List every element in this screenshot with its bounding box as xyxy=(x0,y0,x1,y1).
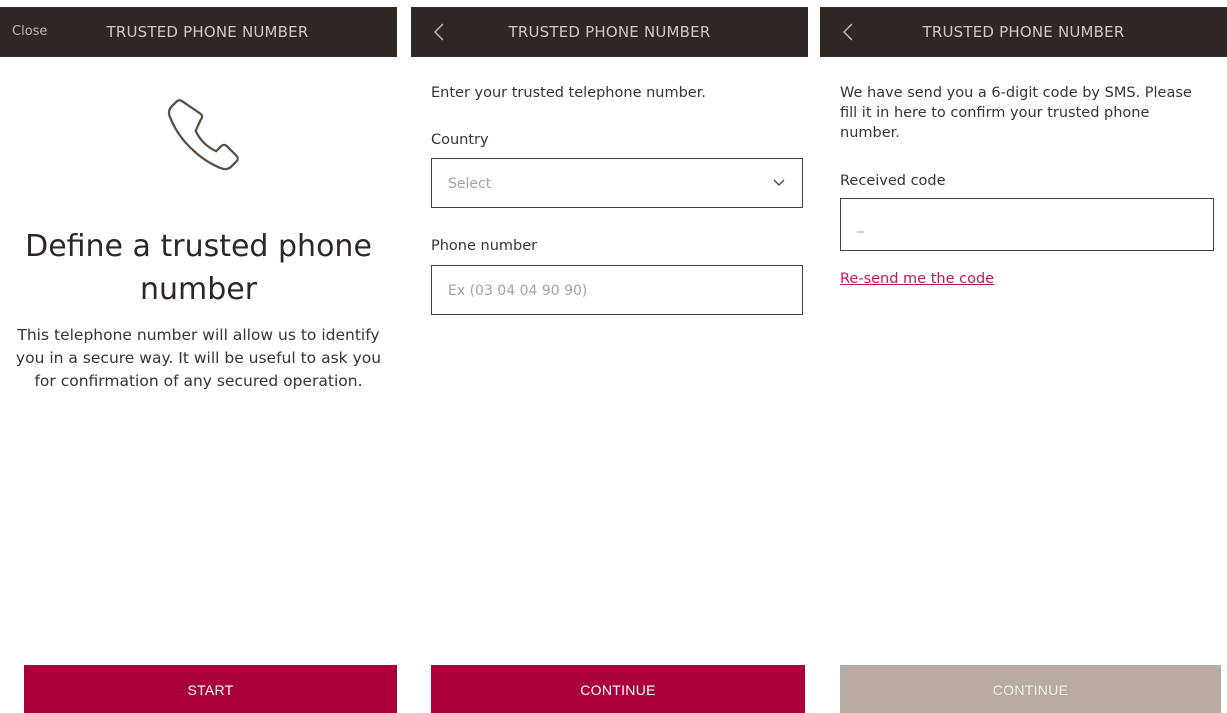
phone-input[interactable]: Ex (03 04 04 90 90) xyxy=(431,265,803,315)
screens-container: Close TRUSTED PHONE NUMBER Define a trus… xyxy=(0,0,1227,713)
chevron-down-icon xyxy=(773,179,785,186)
screen-description: This telephone number will allow us to i… xyxy=(15,326,382,390)
page-title: TRUSTED PHONE NUMBER xyxy=(508,23,711,41)
confirm-code-screen: TRUSTED PHONE NUMBER We have send you a … xyxy=(820,7,1227,713)
phone-input-placeholder: Ex (03 04 04 90 90) xyxy=(448,283,588,299)
intro-text: Enter your trusted telephone number. xyxy=(431,85,706,101)
received-code-placeholder: _ xyxy=(857,217,864,233)
page-title: TRUSTED PHONE NUMBER xyxy=(922,23,1125,41)
intro-text: We have send you a 6-digit code by SMS. … xyxy=(840,85,1192,141)
phone-label: Phone number xyxy=(431,238,538,254)
enter-phone-screen: TRUSTED PHONE NUMBER Enter your trusted … xyxy=(411,7,808,713)
country-label: Country xyxy=(431,132,489,148)
page-title: TRUSTED PHONE NUMBER xyxy=(106,23,309,41)
country-select[interactable]: Select xyxy=(431,158,803,208)
define-phone-screen: Close TRUSTED PHONE NUMBER Define a trus… xyxy=(0,7,397,713)
country-select-value: Select xyxy=(448,176,492,192)
top-bar: TRUSTED PHONE NUMBER xyxy=(411,7,808,57)
top-bar: Close TRUSTED PHONE NUMBER xyxy=(0,7,397,57)
start-button[interactable]: START xyxy=(24,665,397,713)
continue-button[interactable]: CONTINUE xyxy=(840,665,1221,713)
received-code-input[interactable]: _ xyxy=(840,198,1214,251)
top-bar: TRUSTED PHONE NUMBER xyxy=(820,7,1227,57)
received-code-label: Received code xyxy=(840,173,946,189)
phone-icon xyxy=(167,99,239,171)
resend-code-link[interactable]: Re-send me the code xyxy=(840,271,994,287)
screen-heading: Define a trusted phone number xyxy=(25,229,372,307)
continue-button[interactable]: CONTINUE xyxy=(431,665,805,713)
